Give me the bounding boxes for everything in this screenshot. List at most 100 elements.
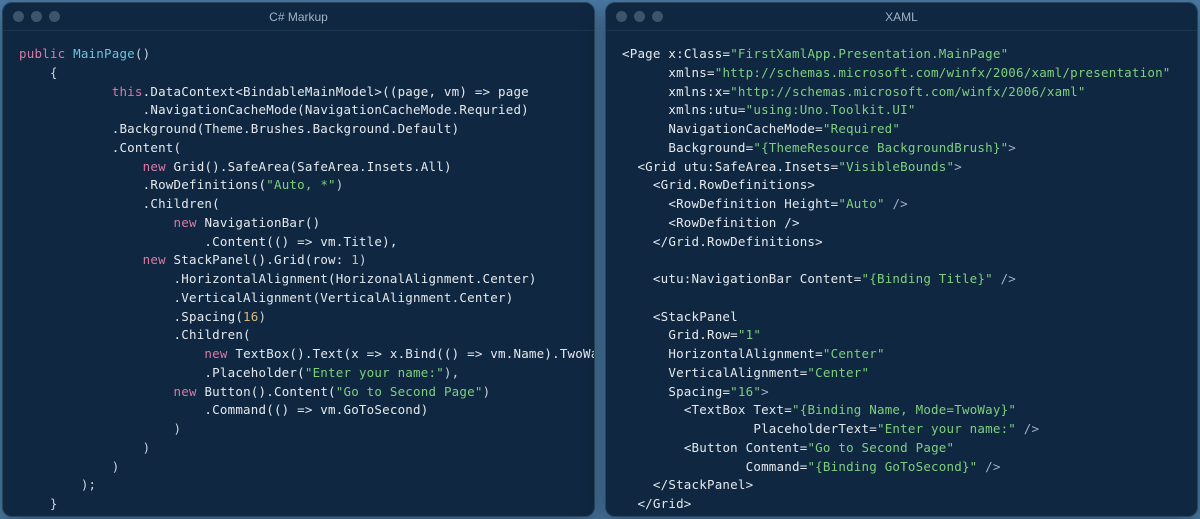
val-xmlnsutu: "using:Uno.Toolkit.UI" bbox=[746, 102, 916, 117]
attr-xmlns: xmlns= bbox=[668, 65, 714, 80]
selfclose-3: /> bbox=[1016, 421, 1039, 436]
tag-navbar: <utu:NavigationBar bbox=[653, 271, 792, 286]
call-content: .Content( bbox=[112, 140, 182, 155]
val-cmd: "{Binding GoToSecond}" bbox=[807, 459, 977, 474]
tag-rowdefs-close: </Grid.RowDefinitions> bbox=[653, 234, 823, 249]
tag-page-open: <Page bbox=[622, 46, 661, 61]
val-height: "Auto" bbox=[838, 196, 884, 211]
code-window-xaml: XAML <Page x:Class="FirstXamlApp.Present… bbox=[605, 2, 1198, 517]
keyword-new-5: new bbox=[174, 384, 197, 399]
close-paren-4: ) bbox=[483, 384, 491, 399]
val-ph: "Enter your name:" bbox=[877, 421, 1016, 436]
val-bg: "{ThemeResource BackgroundBrush}" bbox=[753, 140, 1008, 155]
string-rowdefs: "Auto, *" bbox=[266, 177, 336, 192]
attr-xmlnsx: xmlns:x= bbox=[668, 84, 730, 99]
keyword-new: new bbox=[143, 159, 166, 174]
attr-text: Text= bbox=[753, 402, 792, 417]
keyword-public: public bbox=[19, 46, 65, 61]
tag-textbox: <TextBox bbox=[684, 402, 746, 417]
call-navbar-content: .Content(() => vm.Title), bbox=[204, 234, 397, 249]
brace-open: { bbox=[50, 65, 58, 80]
string-placeholder: "Enter your name:" bbox=[305, 365, 444, 380]
attr-gridrow: Grid.Row= bbox=[668, 327, 738, 342]
number-one: 1 bbox=[351, 252, 359, 267]
close-tag-2: > bbox=[954, 159, 962, 174]
attr-safe: utu:SafeArea.Insets= bbox=[684, 159, 839, 174]
call-stackpanel: StackPanel().Grid(row: bbox=[174, 252, 352, 267]
attr-btncontent: Content= bbox=[746, 440, 808, 455]
selfclose-2: /> bbox=[993, 271, 1016, 286]
traffic-close-icon[interactable] bbox=[616, 11, 627, 22]
val-navcache: "Required" bbox=[823, 121, 900, 136]
call-children: .Children( bbox=[143, 196, 220, 211]
traffic-lights-right bbox=[616, 11, 663, 22]
close-tag-3: > bbox=[761, 384, 769, 399]
call-children-2: .Children( bbox=[174, 327, 251, 342]
titlebar-left: C# Markup bbox=[3, 3, 594, 31]
keyword-this: this bbox=[112, 84, 143, 99]
close-paren-5: ) bbox=[174, 421, 182, 436]
call-rowdefs: .RowDefinitions( bbox=[143, 177, 267, 192]
traffic-lights bbox=[13, 11, 60, 22]
val-xmlns: "http://schemas.microsoft.com/winfx/2006… bbox=[715, 65, 1171, 80]
keyword-new-3: new bbox=[143, 252, 166, 267]
val-gridrow: "1" bbox=[738, 327, 761, 342]
tag-stack-close: </StackPanel> bbox=[653, 477, 753, 492]
attr-ph: PlaceholderText= bbox=[753, 421, 877, 436]
traffic-minimize-icon[interactable] bbox=[31, 11, 42, 22]
brace-close-1: } bbox=[50, 496, 58, 511]
attr-spacing: Spacing= bbox=[668, 384, 730, 399]
call-background: .Background(Theme.Brushes.Background.Def… bbox=[112, 121, 460, 136]
window-title-right: XAML bbox=[606, 10, 1197, 24]
attr-content: Content= bbox=[800, 271, 862, 286]
tag-rowdef2: <RowDefinition /> bbox=[668, 215, 799, 230]
number-sixteen: 16 bbox=[243, 309, 258, 324]
code-block-csharp[interactable]: public MainPage() { this.DataContext<Bin… bbox=[3, 31, 594, 516]
call-halign: .HorizontalAlignment(HorizonalAlignment.… bbox=[174, 271, 537, 286]
traffic-zoom-icon[interactable] bbox=[652, 11, 663, 22]
attr-navcache: NavigationCacheMode= bbox=[668, 121, 823, 136]
paren-empty: () bbox=[135, 46, 150, 61]
call-navcache: .NavigationCacheMode(NavigationCacheMode… bbox=[143, 102, 529, 117]
tag-rowdef1: <RowDefinition bbox=[668, 196, 776, 211]
call-grid: Grid().SafeArea(SafeArea.Insets.All) bbox=[174, 159, 452, 174]
val-content: "{Binding Title}" bbox=[862, 271, 993, 286]
code-block-xaml[interactable]: <Page x:Class="FirstXamlApp.Presentation… bbox=[606, 31, 1197, 516]
attr-height: Height= bbox=[784, 196, 838, 211]
code-window-csharp: C# Markup public MainPage() { this.DataC… bbox=[2, 2, 595, 517]
close-paren-6: ) bbox=[143, 440, 151, 455]
call-button: Button().Content( bbox=[204, 384, 335, 399]
tag-button: <Button bbox=[684, 440, 738, 455]
window-title-left: C# Markup bbox=[3, 10, 594, 24]
call-spacing: .Spacing( bbox=[174, 309, 244, 324]
keyword-new-4: new bbox=[204, 346, 227, 361]
brace-close-2: } bbox=[19, 515, 27, 516]
tag-grid-open: <Grid bbox=[637, 159, 676, 174]
close-tag-1: > bbox=[1008, 140, 1016, 155]
val-btncontent: "Go to Second Page" bbox=[807, 440, 954, 455]
attr-valign: VerticalAlignment= bbox=[668, 365, 807, 380]
call-textbox: TextBox().Text(x => x.Bind(() => vm.Name… bbox=[235, 346, 594, 361]
traffic-zoom-icon[interactable] bbox=[49, 11, 60, 22]
close-paren-3: ) bbox=[259, 309, 267, 324]
val-valign: "Center" bbox=[807, 365, 869, 380]
type-mainpage: MainPage bbox=[73, 46, 135, 61]
traffic-close-icon[interactable] bbox=[13, 11, 24, 22]
call-valign: .VerticalAlignment(VerticalAlignment.Cen… bbox=[174, 290, 514, 305]
call-command: .Command(() => vm.GoToSecond) bbox=[204, 402, 428, 417]
attr-bg: Background= bbox=[668, 140, 753, 155]
end-semi: ); bbox=[81, 477, 96, 492]
call-navbar: NavigationBar() bbox=[204, 215, 320, 230]
val-text: "{Binding Name, Mode=TwoWay}" bbox=[792, 402, 1016, 417]
traffic-minimize-icon[interactable] bbox=[634, 11, 645, 22]
val-xmlnsx: "http://schemas.microsoft.com/winfx/2006… bbox=[730, 84, 1085, 99]
attr-xclass: x:Class= bbox=[668, 46, 730, 61]
attr-xmlnsutu: xmlns:utu= bbox=[668, 102, 745, 117]
val-xclass: "FirstXamlApp.Presentation.MainPage" bbox=[730, 46, 1008, 61]
close-placeholder: ), bbox=[444, 365, 459, 380]
tag-grid-close: </Grid> bbox=[637, 496, 691, 511]
selfclose-4: /> bbox=[977, 459, 1000, 474]
val-safe: "VisibleBounds" bbox=[838, 159, 954, 174]
call-placeholder: .Placeholder( bbox=[204, 365, 304, 380]
attr-halign: HorizontalAlignment= bbox=[668, 346, 823, 361]
